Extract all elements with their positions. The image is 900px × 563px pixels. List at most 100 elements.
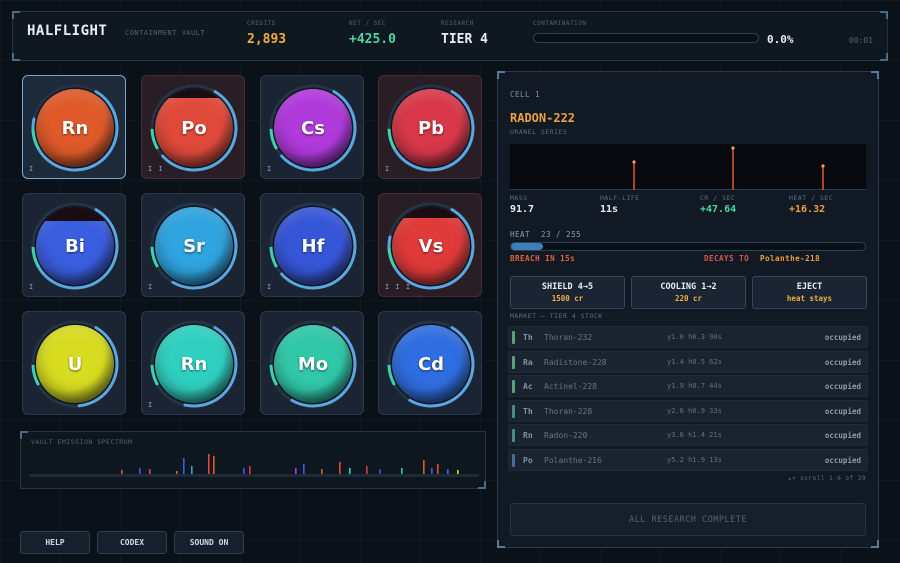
market-symbol: Ac <box>523 382 533 391</box>
frame-corner <box>12 53 20 61</box>
credits-label: CREDITS <box>247 20 276 27</box>
vault-cell[interactable]: Bi I <box>22 193 126 297</box>
market-isotope-name: Thoran-228 <box>544 406 593 416</box>
spectrum-baseline <box>29 474 479 477</box>
market-isotope-name: Polanthe-216 <box>544 455 602 465</box>
isotope-symbol: Mo <box>297 353 329 375</box>
market-status: occupied <box>824 431 861 440</box>
market-stats: y1.4 h0.5 62s <box>667 357 722 366</box>
spectrum-line <box>121 470 123 474</box>
game-subtitle: CONTAINMENT VAULT <box>125 29 206 37</box>
spectrum-line <box>437 464 439 474</box>
contamination-value: 0.0% <box>767 33 794 46</box>
isotope-symbol: Sr <box>183 235 205 257</box>
research-button[interactable]: ALL RESEARCH COMPLETE <box>510 503 866 536</box>
net-value: +425.0 <box>349 32 396 47</box>
spectrum-line <box>379 469 381 474</box>
spectrum-line <box>149 469 151 474</box>
isotope-orb: U <box>36 325 114 403</box>
market-stats: y2.6 h0.9 33s <box>667 406 722 415</box>
sound-toggle-button[interactable]: SOUND ON <box>174 531 244 554</box>
market-stats: y3.6 h1.4 21s <box>667 431 722 439</box>
cell-level-pips: I I <box>148 165 164 173</box>
upgrade-cooling-button[interactable]: COOLING 1→2 220 cr <box>631 276 746 309</box>
vault-cell[interactable]: Cd <box>378 311 482 415</box>
contamination-bar <box>533 33 759 43</box>
vault-cell[interactable]: U <box>22 311 126 415</box>
market-status: occupied <box>824 455 861 465</box>
vault-cell[interactable]: Rn I <box>141 311 245 415</box>
market-row[interactable]: Th Thoran-232 y1.0 h0.3 90s occupied <box>508 326 868 348</box>
decay-level <box>392 207 470 218</box>
game-timer: 00:01 <box>848 36 873 45</box>
vault-cell[interactable]: Po I I <box>141 75 245 179</box>
cell-level-pips: I <box>148 283 154 291</box>
frame-corner <box>871 540 879 548</box>
market-row-marker <box>512 429 515 442</box>
isotope-symbol: Vs <box>418 235 444 257</box>
market-row[interactable]: Ac Actinel-228 y1.9 h0.7 44s occupied <box>508 375 868 397</box>
isotope-orb: Sr <box>155 207 233 285</box>
isotope-orb: Pb <box>392 89 470 167</box>
decay-peak-dot <box>632 160 636 164</box>
market-status: occupied <box>824 357 861 367</box>
mass-label: MASS <box>510 194 528 202</box>
isotope-orb: Bi <box>36 207 114 285</box>
market-symbol: Ra <box>523 357 533 367</box>
market-row-marker <box>512 355 515 369</box>
market-row-marker <box>512 453 515 467</box>
cell-level-pips: I <box>148 401 154 409</box>
eject-button[interactable]: EJECT heat stays <box>752 276 867 309</box>
halflife-value: 11s <box>600 204 619 215</box>
spectrum-line <box>366 466 368 474</box>
emission-spectrum: VAULT EMISSION SPECTRUM <box>20 431 486 489</box>
vault-cell[interactable]: Mo <box>260 311 364 415</box>
market-isotope-name: Thoran-232 <box>544 333 593 342</box>
isotope-orb: Cs <box>274 89 352 167</box>
market-row-marker <box>512 380 515 393</box>
market-row[interactable]: Rn Radon-220 y3.6 h1.4 21s occupied <box>508 424 868 446</box>
vault-cell[interactable]: Vs I I I <box>378 193 482 297</box>
spectrum-line <box>457 470 459 474</box>
top-status-bar: HALFLIGHT CONTAINMENT VAULT CREDITS 2,89… <box>12 11 888 61</box>
cell-detail-panel: CELL 1 RADON-222 URANEL SERIES MASS 91.7… <box>497 71 879 548</box>
spectrum-line <box>321 469 323 474</box>
frame-corner <box>497 540 505 548</box>
spectrum-line <box>339 462 341 474</box>
halflife-label: HALF-LIFE <box>600 194 640 202</box>
isotope-symbol: Cd <box>417 353 445 375</box>
cell-level-pips: I <box>29 165 35 173</box>
frame-corner <box>871 71 879 79</box>
isotope-orb: Vs <box>392 207 470 285</box>
spectrum-line <box>303 464 305 474</box>
spectrum-line <box>243 468 245 474</box>
frame-corner <box>12 11 20 19</box>
cell-level-pips: I <box>385 165 391 173</box>
breach-warning: BREACH IN 15s <box>510 254 576 263</box>
decay-peak-dot <box>731 146 735 150</box>
vault-cell[interactable]: Hf I <box>260 193 364 297</box>
vault-cell[interactable]: Cs I <box>260 75 364 179</box>
isotope-symbol: Cs <box>301 117 325 139</box>
market-symbol: Po <box>523 455 533 465</box>
market-row[interactable]: Th Thoran-228 y2.6 h0.9 33s occupied <box>508 399 868 422</box>
market-row[interactable]: Ra Radistone-228 y1.4 h0.5 62s occupied <box>508 350 868 373</box>
upgrade-shield-button[interactable]: SHIELD 4→5 1500 cr <box>510 276 625 309</box>
isotope-symbol: Rn <box>61 117 89 139</box>
vault-cell[interactable]: Sr I <box>141 193 245 297</box>
isotope-orb: Rn <box>36 89 114 167</box>
cooling-cost: 220 cr <box>674 294 703 303</box>
market-symbol: Rn <box>523 431 533 440</box>
spectrum-line <box>431 468 433 474</box>
cell-level-pips: I <box>267 283 273 291</box>
market-row[interactable]: Po Polanthe-216 y5.2 h1.9 13s occupied <box>508 448 868 471</box>
codex-button[interactable]: CODEX <box>97 531 167 554</box>
vault-cell[interactable]: Pb I <box>378 75 482 179</box>
decay-level <box>36 207 114 222</box>
series-label: URANEL SERIES <box>510 128 568 136</box>
market-stats: y1.0 h0.3 90s <box>667 333 722 341</box>
scroll-hint: ▴▾ scroll 1-6 of 39 <box>787 475 866 482</box>
help-button[interactable]: HELP <box>20 531 90 554</box>
spectrum-line <box>295 468 297 474</box>
vault-cell[interactable]: Rn I <box>22 75 126 179</box>
